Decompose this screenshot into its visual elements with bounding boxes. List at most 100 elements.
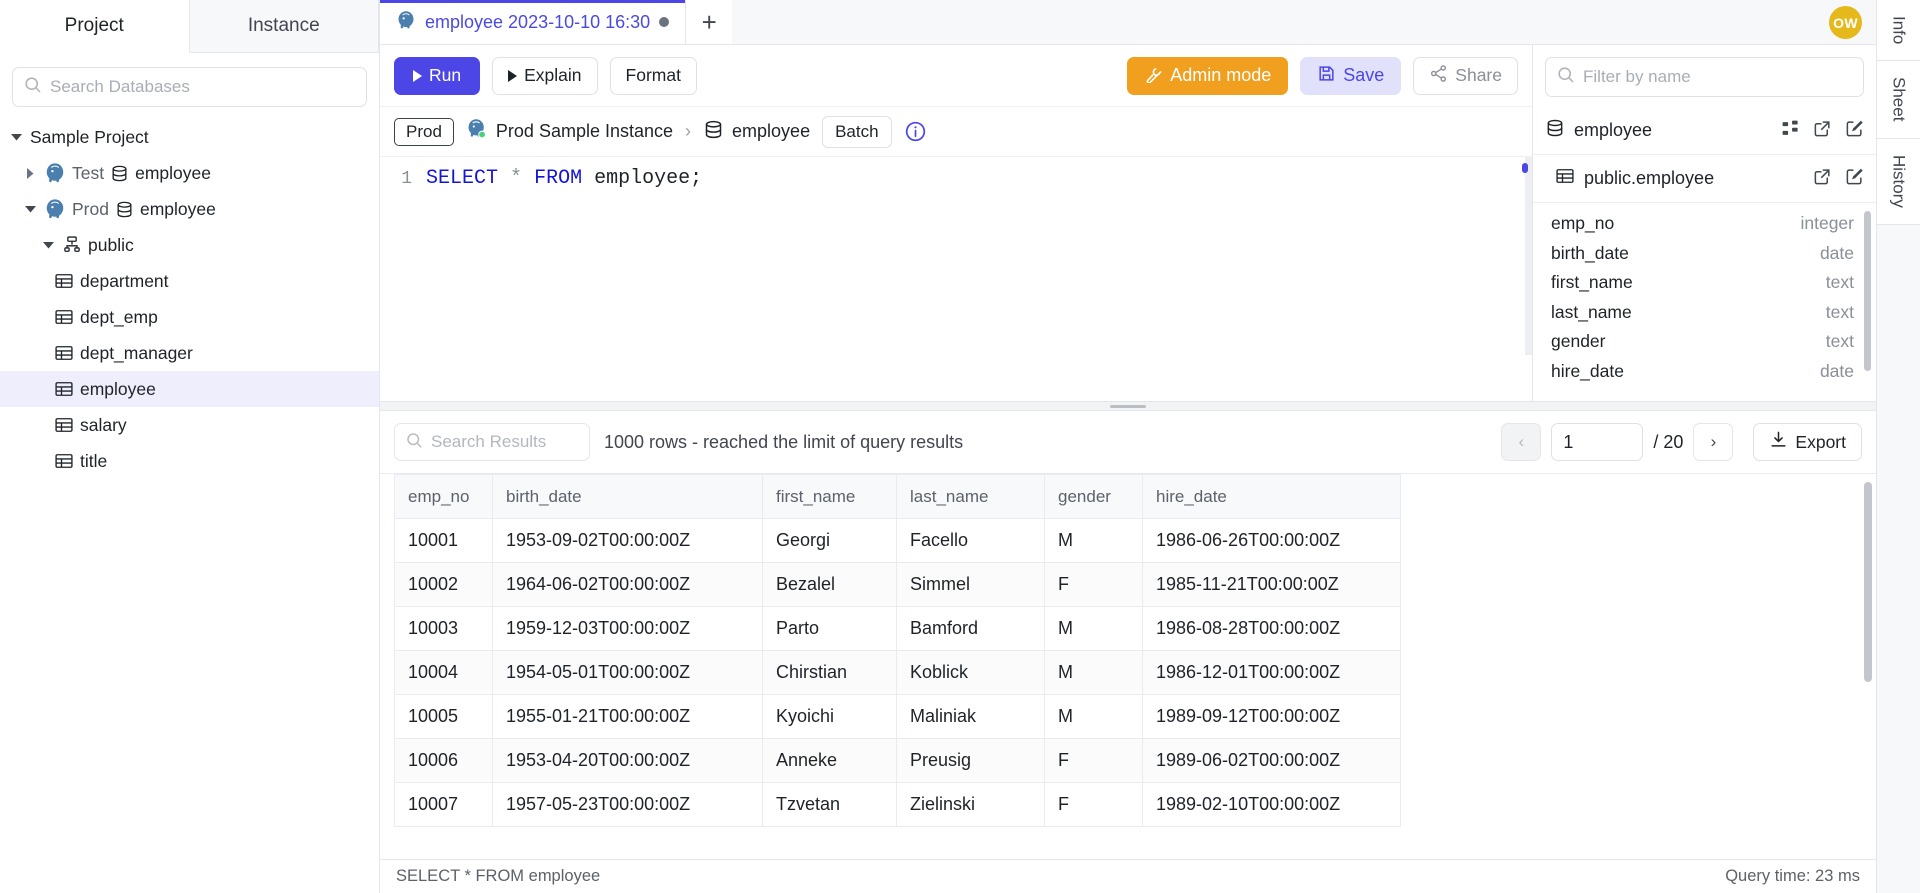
results-scrollbar-thumb[interactable] <box>1864 482 1872 682</box>
column-header-birth-date[interactable]: birth_date <box>492 474 763 519</box>
open-external-icon[interactable] <box>1813 119 1832 143</box>
cell[interactable]: M <box>1044 694 1143 739</box>
cell[interactable]: 10003 <box>394 606 493 651</box>
tab-instance[interactable]: Instance <box>189 0 379 52</box>
cell[interactable]: 1954-05-01T00:00:00Z <box>492 650 763 695</box>
cell[interactable]: Maliniak <box>896 694 1045 739</box>
diagram-icon[interactable] <box>1781 119 1800 143</box>
cell[interactable]: Georgi <box>762 518 897 563</box>
schema-scrollbar-thumb[interactable] <box>1864 211 1871 371</box>
chevron-down-icon[interactable] <box>8 129 24 145</box>
cell[interactable]: 10002 <box>394 562 493 607</box>
cell[interactable]: 1989-06-02T00:00:00Z <box>1142 738 1401 783</box>
cell[interactable]: 1953-09-02T00:00:00Z <box>492 518 763 563</box>
cell[interactable]: F <box>1044 562 1143 607</box>
column-header-last-name[interactable]: last_name <box>896 474 1045 519</box>
cell[interactable]: Bamford <box>896 606 1045 651</box>
cell[interactable]: F <box>1044 738 1143 783</box>
next-page-button[interactable]: › <box>1693 423 1734 461</box>
schema-table-row[interactable]: public.employee <box>1533 155 1876 203</box>
tree-item-public-schema[interactable]: public <box>0 227 379 263</box>
admin-mode-button[interactable]: Admin mode <box>1127 56 1289 95</box>
cell[interactable]: 1986-12-01T00:00:00Z <box>1142 650 1401 695</box>
table-row[interactable]: 10001 1953-09-02T00:00:00Z Georgi Facell… <box>394 518 1401 563</box>
cell[interactable]: 1985-11-21T00:00:00Z <box>1142 562 1401 607</box>
cell[interactable]: 1986-06-26T00:00:00Z <box>1142 518 1401 563</box>
table-row[interactable]: 10004 1954-05-01T00:00:00Z Chirstian Kob… <box>394 650 1401 695</box>
table-row[interactable]: 10005 1955-01-21T00:00:00Z Kyoichi Malin… <box>394 694 1401 739</box>
schema-column-row[interactable]: birth_date date <box>1533 239 1876 269</box>
cell[interactable]: 1953-04-20T00:00:00Z <box>492 738 763 783</box>
cell[interactable]: Anneke <box>762 738 897 783</box>
cell[interactable]: Zielinski <box>896 782 1045 827</box>
sql-editor[interactable]: 1 SELECT * FROM employee; <box>380 157 1532 355</box>
table-row[interactable]: 10003 1959-12-03T00:00:00Z Parto Bamford… <box>394 606 1401 651</box>
pane-splitter[interactable] <box>380 401 1876 411</box>
cell[interactable]: M <box>1044 518 1143 563</box>
cell[interactable]: Tzvetan <box>762 782 897 827</box>
tree-item-title[interactable]: title <box>0 443 379 479</box>
new-tab-button[interactable]: + <box>686 0 733 44</box>
code-text[interactable]: SELECT * FROM employee; <box>426 165 702 193</box>
share-button[interactable]: Share <box>1413 56 1518 95</box>
edit-icon[interactable] <box>1845 119 1864 143</box>
cell[interactable]: 10007 <box>394 782 493 827</box>
schema-column-row[interactable]: last_name text <box>1533 298 1876 328</box>
schema-column-row[interactable]: first_name text <box>1533 268 1876 298</box>
tree-item-employee[interactable]: employee <box>0 371 379 407</box>
cell[interactable]: Chirstian <box>762 650 897 695</box>
column-header-gender[interactable]: gender <box>1044 474 1143 519</box>
cell[interactable]: 1959-12-03T00:00:00Z <box>492 606 763 651</box>
column-header-hire-date[interactable]: hire_date <box>1142 474 1401 519</box>
cell[interactable]: Bezalel <box>762 562 897 607</box>
prev-page-button[interactable]: ‹ <box>1501 423 1542 461</box>
export-button[interactable]: Export <box>1753 423 1862 461</box>
schema-database-row[interactable]: employee <box>1533 107 1876 155</box>
avatar[interactable]: OW <box>1829 6 1862 39</box>
tree-item-salary[interactable]: salary <box>0 407 379 443</box>
cell[interactable]: M <box>1044 650 1143 695</box>
cell[interactable]: Facello <box>896 518 1045 563</box>
tree-item-dept-emp[interactable]: dept_emp <box>0 299 379 335</box>
page-number-input[interactable] <box>1563 431 1632 453</box>
cell[interactable]: Kyoichi <box>762 694 897 739</box>
schema-column-row[interactable]: emp_no integer <box>1533 209 1876 239</box>
editor-scrollbar[interactable] <box>1525 157 1532 355</box>
table-row[interactable]: 10002 1964-06-02T00:00:00Z Bezalel Simme… <box>394 562 1401 607</box>
cell[interactable]: 10004 <box>394 650 493 695</box>
schema-column-row[interactable]: hire_date date <box>1533 357 1876 387</box>
cell[interactable]: 1986-08-28T00:00:00Z <box>1142 606 1401 651</box>
vtab-info[interactable]: Info <box>1877 0 1920 62</box>
column-header-emp-no[interactable]: emp_no <box>394 474 493 519</box>
column-header-first-name[interactable]: first_name <box>762 474 897 519</box>
page-number-field[interactable] <box>1551 423 1644 461</box>
batch-button[interactable]: Batch <box>822 115 892 148</box>
cell[interactable]: 10006 <box>394 738 493 783</box>
run-button[interactable]: Run <box>394 56 481 95</box>
cell[interactable]: Parto <box>762 606 897 651</box>
cell[interactable]: 1964-06-02T00:00:00Z <box>492 562 763 607</box>
chevron-down-icon[interactable] <box>40 237 56 253</box>
search-input[interactable] <box>50 77 356 97</box>
breadcrumb-database[interactable]: employee <box>703 119 810 145</box>
vtab-history[interactable]: History <box>1877 138 1920 225</box>
cell[interactable]: 10001 <box>394 518 493 563</box>
cell[interactable]: 10005 <box>394 694 493 739</box>
environment-chip[interactable]: Prod <box>394 117 454 146</box>
chevron-down-icon[interactable] <box>22 201 38 217</box>
editor-scrollbar-thumb[interactable] <box>1522 163 1528 173</box>
tree-item-department[interactable]: department <box>0 263 379 299</box>
cell[interactable]: M <box>1044 606 1143 651</box>
format-button[interactable]: Format <box>609 56 697 95</box>
cell[interactable]: F <box>1044 782 1143 827</box>
open-external-icon[interactable] <box>1813 167 1832 191</box>
breadcrumb-instance[interactable]: Prod Sample Instance <box>466 118 673 145</box>
info-icon[interactable] <box>904 120 927 143</box>
edit-icon[interactable] <box>1845 167 1864 191</box>
table-row[interactable]: 10006 1953-04-20T00:00:00Z Anneke Preusi… <box>394 738 1401 783</box>
database-search-box[interactable] <box>12 67 367 107</box>
cell[interactable]: Simmel <box>896 562 1045 607</box>
cell[interactable]: Koblick <box>896 650 1045 695</box>
tree-item-dept-manager[interactable]: dept_manager <box>0 335 379 371</box>
tree-item-sample-project[interactable]: Sample Project <box>0 119 379 155</box>
